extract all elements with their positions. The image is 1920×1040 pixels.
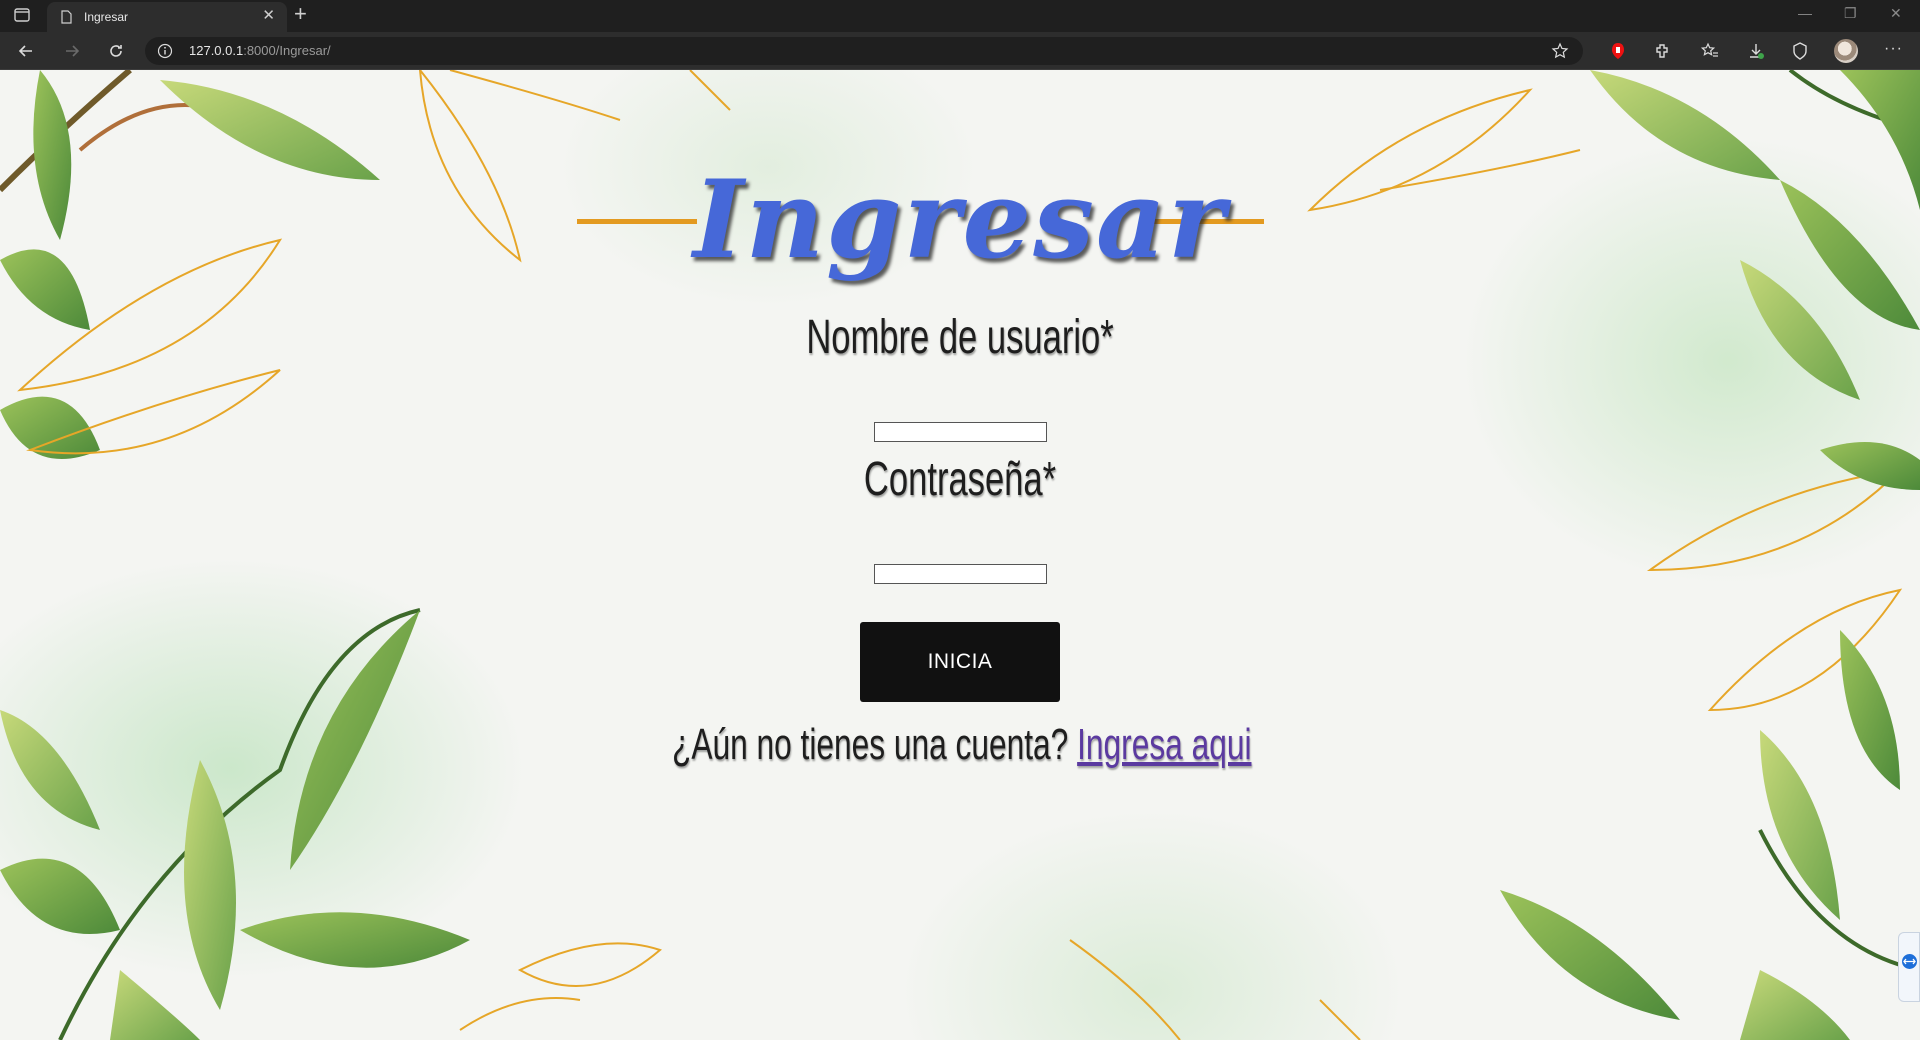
extensions-icon[interactable] <box>1652 41 1672 61</box>
url-text: 127.0.0.1:8000/Ingresar/ <box>189 43 331 58</box>
more-menu-icon[interactable]: ··· <box>1884 40 1903 58</box>
minimize-icon[interactable]: — <box>1798 5 1812 21</box>
page-icon <box>61 10 72 24</box>
side-panel-widget[interactable] <box>1898 932 1920 1002</box>
close-tab-icon[interactable]: ✕ <box>262 8 275 23</box>
forward-icon[interactable] <box>62 41 82 61</box>
password-label: Contraseña* <box>863 453 1057 506</box>
username-label: Nombre de usuario* <box>806 311 1114 364</box>
browser-essentials-icon[interactable] <box>1790 41 1810 61</box>
reload-icon[interactable] <box>106 41 126 61</box>
browser-tab[interactable]: Ingresar ✕ <box>47 2 287 32</box>
signup-prompt-text: ¿Aún no tienes una cuenta? <box>672 720 1069 769</box>
back-icon[interactable] <box>16 41 36 61</box>
username-input[interactable] <box>874 422 1047 442</box>
profile-avatar[interactable] <box>1834 39 1858 63</box>
site-info-icon[interactable] <box>157 43 173 59</box>
signup-link[interactable]: Ingresa aqui <box>1077 720 1251 769</box>
downloads-icon[interactable] <box>1746 41 1766 61</box>
close-window-icon[interactable]: ✕ <box>1890 5 1902 21</box>
favorite-star-icon[interactable] <box>1551 42 1569 60</box>
address-bar: 127.0.0.1:8000/Ingresar/ ··· <box>0 32 1920 70</box>
extension-red-icon[interactable] <box>1608 41 1628 61</box>
login-submit-button[interactable]: INICIA <box>860 622 1060 702</box>
page-title: Ingresar <box>693 157 1227 283</box>
page-viewport: Ingresar Nombre de usuario* Contraseña* … <box>0 70 1920 1040</box>
password-input[interactable] <box>874 564 1047 584</box>
favorites-icon[interactable] <box>1700 41 1720 61</box>
remote-support-icon <box>1902 954 1917 969</box>
title-block: Ingresar <box>560 155 1360 285</box>
signup-prompt: ¿Aún no tienes una cuenta? Ingresa aqui <box>672 720 1251 770</box>
restore-icon[interactable]: ❐ <box>1844 5 1857 21</box>
tab-actions-icon[interactable] <box>14 8 30 22</box>
tab-title: Ingresar <box>84 10 129 24</box>
url-field[interactable]: 127.0.0.1:8000/Ingresar/ <box>145 37 1583 65</box>
new-tab-icon[interactable]: + <box>294 3 307 25</box>
tab-strip: Ingresar ✕ + — ❐ ✕ <box>0 0 1920 32</box>
